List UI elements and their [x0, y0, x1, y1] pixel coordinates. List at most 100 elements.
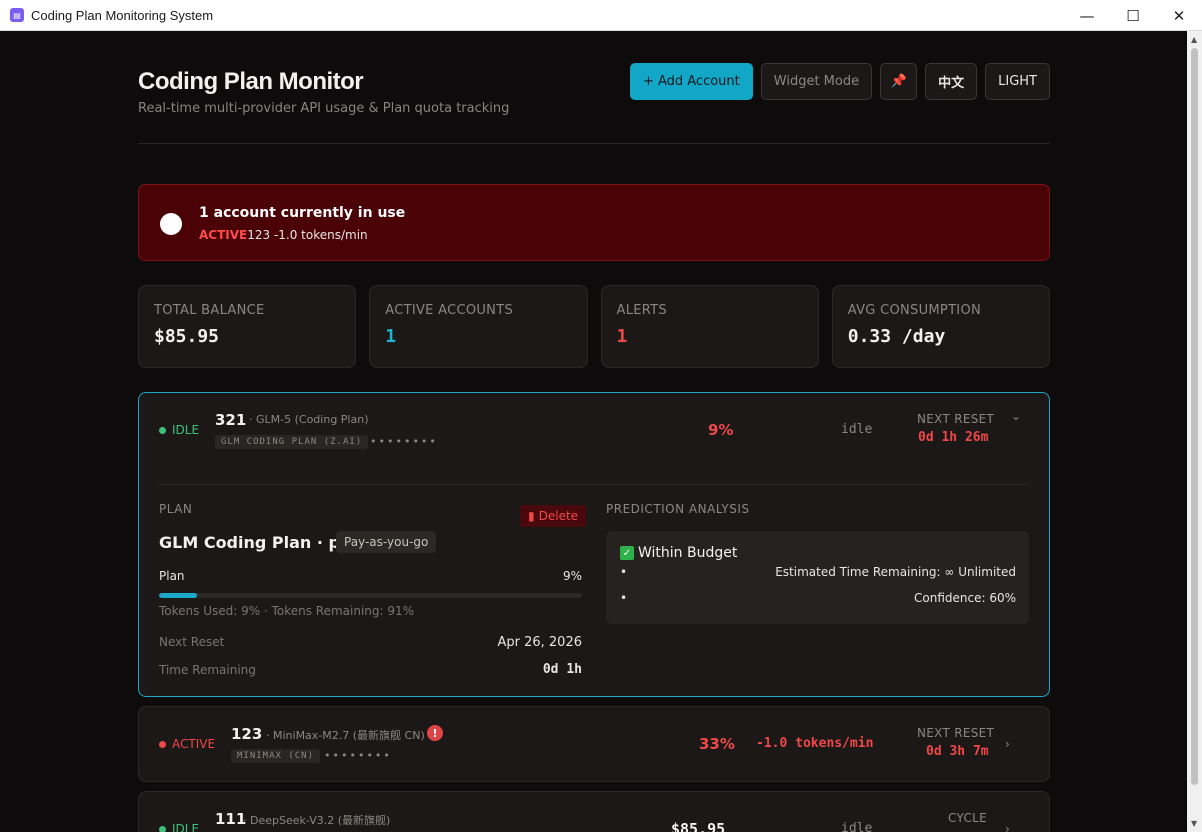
- status-label: IDLE: [172, 822, 200, 832]
- widget-mode-button[interactable]: Widget Mode: [760, 63, 873, 100]
- card-divider: [159, 484, 1029, 485]
- chevron-right-icon[interactable]: ›: [1005, 737, 1010, 751]
- window-titlebar: ▤ Coding Plan Monitoring System — ☐ ✕: [0, 0, 1202, 31]
- banner-title: 1 account currently in use: [199, 205, 406, 221]
- usage-percent: 33%: [699, 735, 735, 753]
- header-toolbar: + Add Account Widget Mode 📌 中文 LIGHT: [629, 63, 1050, 100]
- account-model: · MiniMax-M2.7 (最新旗舰 CN): [266, 729, 425, 742]
- stat-label: ACTIVE ACCOUNTS: [385, 303, 513, 318]
- account-name: 321: [215, 411, 247, 429]
- status-label: ACTIVE: [172, 737, 216, 751]
- masked-api-key: ••••••••: [370, 435, 438, 448]
- next-reset-value: 0d 1h 26m: [918, 430, 989, 445]
- chevron-down-icon[interactable]: ⌄: [1011, 409, 1021, 423]
- status-badge: ACTIVE: [159, 737, 215, 751]
- pin-icon[interactable]: 📌: [880, 63, 918, 100]
- time-remaining-value: 0d 1h: [542, 662, 582, 677]
- delete-label: Delete: [538, 509, 579, 523]
- window-title: Coding Plan Monitoring System: [31, 7, 214, 23]
- alert-icon[interactable]: !: [427, 725, 443, 741]
- status-dot-icon: [159, 825, 166, 832]
- bullet-icon: •: [620, 591, 628, 605]
- chevron-right-icon[interactable]: ›: [1005, 822, 1010, 832]
- stat-value: 0.33 /day: [847, 326, 946, 347]
- header-divider: [138, 143, 1050, 144]
- stats-row: TOTAL BALANCE $85.95 ACTIVE ACCOUNTS 1 A…: [138, 285, 1050, 368]
- banner-status: ACTIVE: [199, 228, 248, 242]
- account-card-111[interactable]: IDLE 111 · DeepSeek-V3.2 (最新旗舰) $85.95 i…: [138, 791, 1050, 832]
- usage-percent: 9%: [708, 421, 734, 439]
- prediction-confidence-row: • Confidence: 60%: [620, 591, 1016, 605]
- masked-api-key: ••••••••: [324, 749, 392, 762]
- usage-label: Plan: [159, 569, 185, 583]
- app-icon: ▤: [10, 8, 24, 22]
- usage-percent-value: 9%: [562, 569, 582, 583]
- plan-type-badge: Pay-as-you-go: [336, 531, 437, 553]
- provider-tag: GLM CODING PLAN (Z.AI): [215, 435, 369, 449]
- consumption-rate: idle: [841, 422, 873, 437]
- prediction-status-text: Within Budget: [638, 545, 738, 561]
- account-card-321[interactable]: IDLE 321 · GLM-5 (Coding Plan) GLM CODIN…: [138, 392, 1050, 697]
- trash-icon: ▮: [528, 509, 535, 523]
- usage-progress-fill: [159, 593, 198, 598]
- stat-active-accounts: ACTIVE ACCOUNTS 1: [369, 285, 588, 368]
- scrollbar-thumb[interactable]: [1191, 48, 1198, 785]
- balance-value: $85.95: [671, 820, 726, 832]
- time-remaining-label: Time Remaining: [159, 663, 256, 677]
- account-model: · GLM-5 (Coding Plan): [249, 413, 369, 426]
- add-account-button[interactable]: + Add Account: [629, 63, 753, 100]
- consumption-rate: -1.0 tokens/min: [756, 736, 874, 751]
- account-card-123[interactable]: ACTIVE 123 · MiniMax-M2.7 (最新旗舰 CN) ! MI…: [138, 706, 1050, 782]
- check-icon: ✓: [620, 546, 634, 560]
- usage-progress-bar: [159, 593, 582, 598]
- account-name: 111: [215, 810, 247, 828]
- delete-button[interactable]: ▮ Delete: [520, 505, 587, 527]
- language-toggle-button[interactable]: 中文: [925, 63, 978, 100]
- minimize-button[interactable]: —: [1064, 0, 1110, 31]
- maximize-button[interactable]: ☐: [1110, 0, 1156, 31]
- banner-rate: 123 -1.0 tokens/min: [247, 228, 368, 242]
- next-reset-value: 0d 3h 7m: [926, 744, 989, 759]
- stat-value: 1: [616, 326, 628, 347]
- tokens-summary: Tokens Used: 9% · Tokens Remaining: 91%: [159, 604, 415, 618]
- active-banner: 1 account currently in use ACTIVE123 -1.…: [138, 184, 1050, 261]
- banner-detail: ACTIVE123 -1.0 tokens/min: [199, 228, 368, 242]
- stat-value: $85.95: [154, 326, 220, 347]
- account-name: 123: [231, 725, 263, 743]
- scroll-up-icon[interactable]: ▲: [1191, 35, 1197, 44]
- stat-avg-consumption: AVG CONSUMPTION 0.33 /day: [831, 285, 1050, 368]
- stat-value: 1: [385, 326, 397, 347]
- prediction-status: ✓ Within Budget: [620, 545, 737, 561]
- status-dot-icon: [159, 740, 166, 748]
- status-badge: IDLE: [159, 822, 199, 832]
- page-title: Coding Plan Monitor: [138, 68, 364, 95]
- stat-alerts: ALERTS 1: [600, 285, 819, 368]
- status-dot-icon: [159, 426, 166, 434]
- bullet-icon: •: [620, 565, 628, 579]
- status-dot-icon: [160, 213, 182, 235]
- provider-tag: MINIMAX (CN): [231, 749, 321, 763]
- stat-label: AVG CONSUMPTION: [847, 303, 981, 318]
- prediction-section-label: PREDICTION ANALYSIS: [606, 502, 750, 516]
- stat-label: ALERTS: [616, 303, 667, 318]
- account-model: · DeepSeek-V3.2 (最新旗舰): [243, 814, 391, 827]
- confidence-text: Confidence: 60%: [914, 591, 1016, 605]
- next-reset-label: NEXT RESET: [917, 726, 995, 740]
- status-badge: IDLE: [159, 423, 199, 437]
- plan-name: GLM Coding Plan · pro: [159, 533, 359, 552]
- cycle-label: CYCLE: [948, 811, 987, 825]
- status-label: IDLE: [172, 423, 200, 437]
- scroll-down-icon[interactable]: ▼: [1191, 819, 1197, 828]
- main-content: Coding Plan Monitor Real-time multi-prov…: [0, 31, 1187, 832]
- next-reset-date: Apr 26, 2026: [497, 635, 582, 650]
- page-subtitle: Real-time multi-provider API usage & Pla…: [138, 101, 510, 116]
- next-reset-label: NEXT RESET: [917, 412, 995, 426]
- plan-section-label: PLAN: [159, 502, 193, 516]
- next-reset-detail-label: Next Reset: [159, 635, 225, 649]
- stat-total-balance: TOTAL BALANCE $85.95: [138, 285, 357, 368]
- prediction-estimate-row: • Estimated Time Remaining: ∞ Unlimited: [620, 565, 1016, 579]
- theme-toggle-button[interactable]: LIGHT: [985, 63, 1050, 100]
- window-controls: — ☐ ✕: [1064, 0, 1202, 31]
- vertical-scrollbar[interactable]: ▲ ▼: [1187, 31, 1202, 832]
- close-button[interactable]: ✕: [1156, 0, 1202, 31]
